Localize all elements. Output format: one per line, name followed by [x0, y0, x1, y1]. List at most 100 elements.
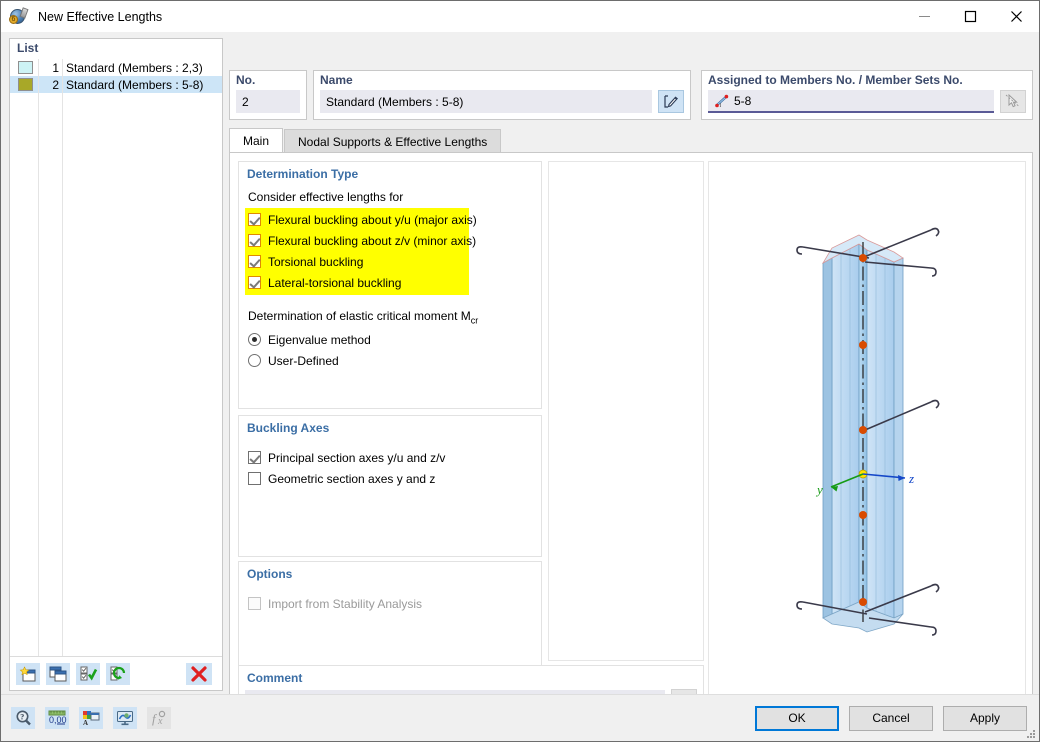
checkbox-label: Flexural buckling about z/v (minor axis) [268, 234, 476, 248]
svg-text:x: x [157, 716, 163, 727]
fx-function-icon: f x [147, 707, 171, 729]
list-panel: List 1 Standard (Members : 2,3) 2 Standa… [9, 38, 223, 691]
close-button[interactable] [993, 1, 1039, 32]
maximize-button[interactable] [947, 1, 993, 32]
pick-in-model-icon[interactable] [1000, 90, 1026, 113]
comment-title: Comment [239, 666, 703, 685]
tab-bar: Main Nodal Supports & Effective Lengths [229, 128, 1033, 153]
list-item[interactable]: 1 Standard (Members : 2,3) [10, 59, 222, 76]
minimize-button[interactable] [901, 1, 947, 32]
resize-grip[interactable] [1024, 727, 1036, 739]
number-field-group: No. 2 [229, 70, 307, 120]
list-rows: 1 Standard (Members : 2,3) 2 Standard (M… [10, 59, 222, 656]
status-bar-icons: ? 0,00 [1, 707, 181, 729]
list-item-label: Standard (Members : 2,3) [66, 61, 203, 75]
svg-text:A: A [83, 719, 88, 727]
colors-panel-icon[interactable]: A [79, 707, 103, 729]
checkbox-label: Principal section axes y/u and z/v [268, 451, 445, 465]
name-field-group: Name Standard (Members : 5-8) [313, 70, 691, 120]
checkbox-principal-section-axes[interactable]: Principal section axes y/u and z/v [245, 447, 541, 468]
select-all-button[interactable] [76, 663, 100, 685]
tab-page-main: Determination Type Consider effective le… [229, 152, 1033, 718]
consider-effective-lengths-label: Consider effective lengths for [239, 181, 541, 208]
dialog-window: 6 New Effective Lengths List [0, 0, 1040, 742]
axis-y-label: y [815, 482, 823, 497]
mcr-determination-label: Determination of elastic critical moment… [239, 295, 541, 329]
checkbox-torsional-buckling[interactable]: Torsional buckling [245, 251, 469, 272]
checkbox-icon [248, 472, 261, 485]
checkbox-label: Torsional buckling [268, 255, 363, 269]
options-section: Options Import from Stability Analysis [238, 561, 542, 673]
svg-text:?: ? [20, 713, 24, 722]
delete-item-button[interactable] [186, 663, 212, 685]
checkbox-import-from-stability-analysis[interactable]: Import from Stability Analysis [245, 593, 541, 614]
ok-button[interactable]: OK [755, 706, 839, 731]
buckling-axes-title: Buckling Axes [239, 416, 541, 435]
name-field-label: Name [320, 73, 684, 87]
apply-button[interactable]: Apply [943, 706, 1027, 731]
number-field-label: No. [236, 73, 300, 87]
buckling-axes-section: Buckling Axes Principal section axes y/u… [238, 415, 542, 557]
radio-user-defined[interactable]: User-Defined [245, 350, 541, 371]
assigned-members-label: Assigned to Members No. / Member Sets No… [708, 73, 1026, 87]
number-input[interactable]: 2 [236, 90, 300, 113]
new-item-button[interactable] [16, 663, 40, 685]
determination-type-title: Determination Type [239, 162, 541, 181]
dialog-body: List 1 Standard (Members : 2,3) 2 Standa… [1, 32, 1039, 694]
model-3d-viewport[interactable]: z y [708, 161, 1026, 713]
checkbox-label: Geometric section axes y and z [268, 472, 435, 486]
radio-eigenvalue-method[interactable]: Eigenvalue method [245, 329, 541, 350]
checkbox-lateral-torsional-buckling[interactable]: Lateral-torsional buckling [245, 272, 469, 293]
radio-icon [248, 333, 261, 346]
checkbox-label: Lateral-torsional buckling [268, 276, 401, 290]
checkbox-icon [248, 597, 261, 610]
checkbox-icon [248, 234, 261, 247]
determination-type-section: Determination Type Consider effective le… [238, 161, 542, 409]
list-item[interactable]: 2 Standard (Members : 5-8) [10, 76, 222, 93]
list-item-number: 2 [39, 78, 59, 92]
list-item-label: Standard (Members : 5-8) [66, 78, 203, 92]
color-swatch [18, 61, 33, 74]
radio-icon [248, 354, 261, 367]
radio-label: User-Defined [268, 354, 339, 368]
list-item-number: 1 [39, 61, 59, 75]
checkbox-label: Flexural buckling about y/u (major axis) [268, 213, 477, 227]
units-0-00-icon[interactable]: 0,00 [45, 707, 69, 729]
options-title: Options [239, 562, 541, 581]
edit-name-icon[interactable] [658, 90, 684, 113]
dialog-footer: ? 0,00 [1, 694, 1039, 741]
checkbox-flexural-buckling-zv[interactable]: Flexural buckling about z/v (minor axis) [245, 230, 469, 251]
checkbox-icon [248, 451, 261, 464]
assigned-members-group: Assigned to Members No. / Member Sets No… [701, 70, 1033, 120]
blank-preview-panel [548, 161, 704, 661]
svg-text:I: I [720, 104, 722, 109]
name-input[interactable]: Standard (Members : 5-8) [320, 90, 652, 113]
copy-item-button[interactable] [46, 663, 70, 685]
assigned-members-input[interactable]: I 5-8 [708, 90, 994, 113]
checkbox-icon [248, 213, 261, 226]
checkbox-flexural-buckling-yu[interactable]: Flexural buckling about y/u (major axis) [245, 209, 469, 230]
list-header: List [10, 39, 222, 59]
highlighted-checkbox-group: Flexural buckling about y/u (major axis)… [245, 208, 469, 295]
member-3d-graphic: z y [709, 162, 1025, 712]
cancel-button[interactable]: Cancel [849, 706, 933, 731]
checkbox-icon [248, 276, 261, 289]
list-toolbar [10, 656, 222, 690]
invert-selection-button[interactable] [106, 663, 130, 685]
mcr-label-text: Determination of elastic critical moment… [248, 309, 471, 323]
window-controls [901, 1, 1039, 32]
tab-nodal-supports-effective-lengths[interactable]: Nodal Supports & Effective Lengths [284, 129, 501, 153]
mcr-label-subscript: cr [471, 315, 479, 325]
axis-z-label: z [908, 471, 914, 486]
effective-lengths-icon: 6 [9, 7, 29, 27]
window-title: New Effective Lengths [38, 10, 162, 24]
dialog-button-bar: OK Cancel Apply [755, 706, 1027, 731]
checkbox-icon [248, 255, 261, 268]
monitor-view-icon[interactable] [113, 707, 137, 729]
title-bar: 6 New Effective Lengths [1, 1, 1039, 32]
member-select-icon: I [714, 94, 730, 108]
magnifier-question-icon[interactable]: ? [11, 707, 35, 729]
checkbox-geometric-section-axes[interactable]: Geometric section axes y and z [245, 468, 541, 489]
checkbox-label: Import from Stability Analysis [268, 597, 422, 611]
tab-main[interactable]: Main [229, 128, 283, 153]
